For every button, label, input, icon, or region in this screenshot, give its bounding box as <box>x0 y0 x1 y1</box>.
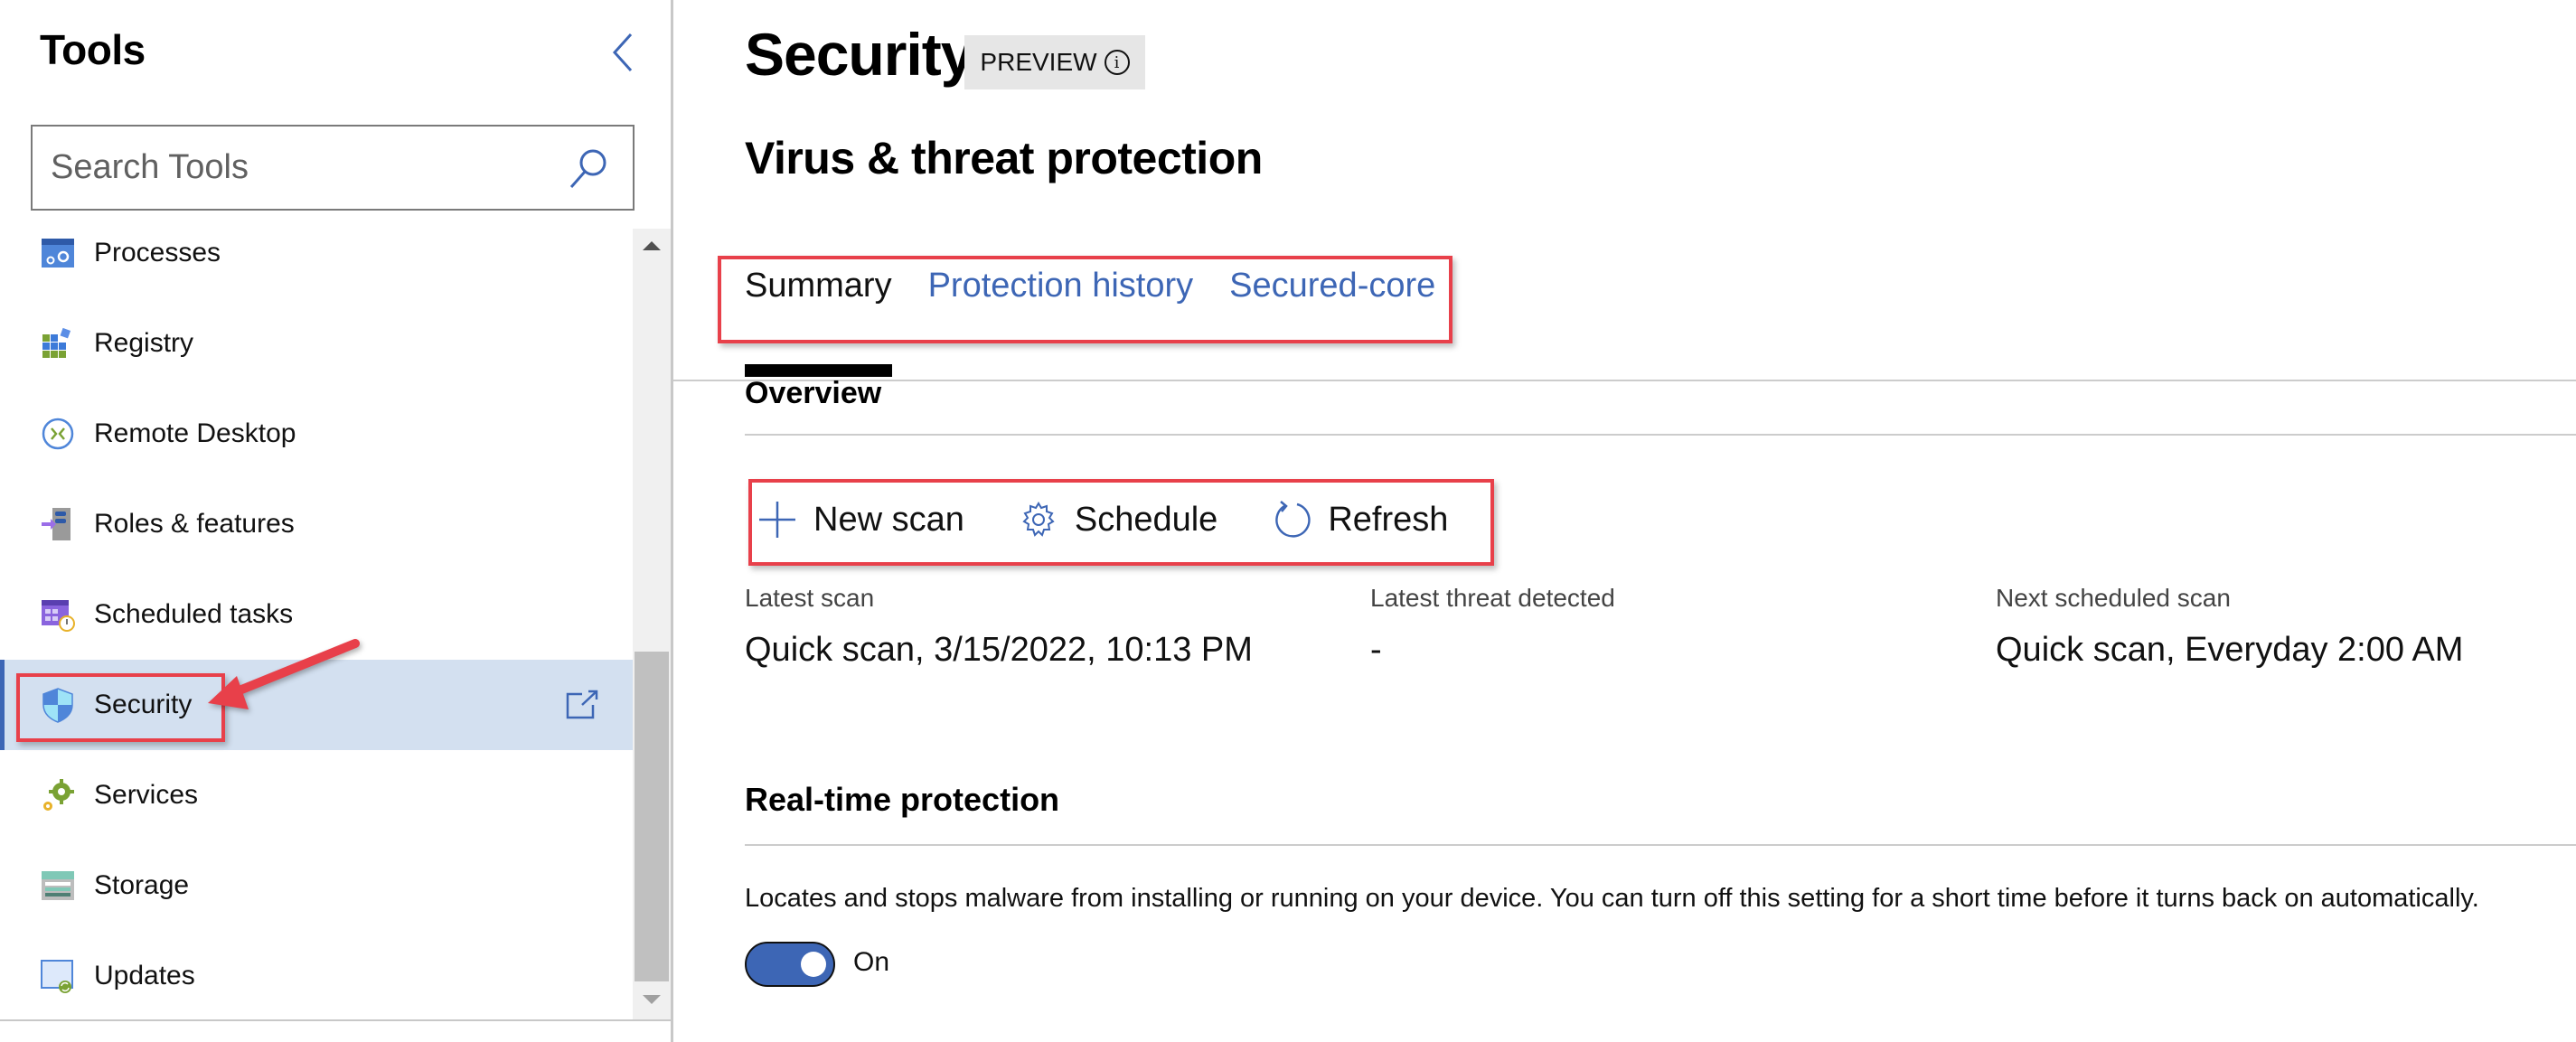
tools-list: Processes Registry Remote Desktop Roles … <box>0 217 633 1021</box>
plus-icon <box>759 502 795 538</box>
page-title: Security <box>745 21 973 88</box>
new-scan-label: New scan <box>813 500 964 539</box>
updates-icon <box>41 960 73 993</box>
sidebar-item-label: Scheduled tasks <box>94 599 294 629</box>
latest-scan-label: Latest scan <box>745 584 875 612</box>
search-icon[interactable] <box>568 146 609 190</box>
schedule-label: Schedule <box>1074 500 1218 539</box>
sidebar-item-label: Registry <box>94 328 194 358</box>
refresh-icon <box>1275 501 1311 538</box>
tab-secured-core[interactable]: Secured-core <box>1229 260 1435 333</box>
realtime-protection-description: Locates and stops malware from installin… <box>745 884 2479 913</box>
scroll-up-arrow-icon[interactable] <box>643 241 661 250</box>
latest-scan-value: Quick scan, 3/15/2022, 10:13 PM <box>745 631 1253 669</box>
latest-threat-label: Latest threat detected <box>1370 584 1615 612</box>
search-tools-box <box>31 125 635 211</box>
realtime-protection-toggle[interactable] <box>745 942 835 987</box>
tools-sidebar: Tools Processes Re <box>0 0 672 1042</box>
scan-toolbar: New scan Schedule Refresh <box>757 488 1448 551</box>
preview-badge-label: PREVIEW <box>980 48 1097 76</box>
sidebar-item-label: Security <box>94 690 193 719</box>
sidebar-scrollbar[interactable] <box>633 229 671 1020</box>
tab-summary[interactable]: Summary <box>745 260 892 377</box>
chevron-left-icon <box>612 33 633 72</box>
info-icon[interactable]: i <box>1104 50 1130 75</box>
shield-icon <box>42 688 73 723</box>
preview-badge[interactable]: PREVIEW i <box>964 35 1145 89</box>
services-gear-icon <box>43 779 74 811</box>
sidebar-item-updates[interactable]: Updates <box>0 931 633 1021</box>
latest-scan-field: Latest scan Quick scan, 3/15/2022, 10:13… <box>745 584 1253 670</box>
sidebar-item-label: Storage <box>94 870 190 900</box>
scroll-down-arrow-icon[interactable] <box>643 995 661 1004</box>
section-title: Virus & threat protection <box>745 133 1263 183</box>
toggle-knob <box>801 952 826 977</box>
registry-icon <box>42 327 71 358</box>
scheduled-tasks-icon <box>42 600 75 632</box>
collapse-sidebar-button[interactable] <box>604 27 640 78</box>
tabs-divider <box>673 380 2576 381</box>
remote-desktop-icon <box>42 418 74 450</box>
sidebar-item-label: Roles & features <box>94 509 295 539</box>
sidebar-divider <box>671 0 673 1042</box>
roles-features-icon <box>42 508 71 540</box>
next-scheduled-scan-field: Next scheduled scan Quick scan, Everyday… <box>1996 584 2463 670</box>
sidebar-item-label: Remote Desktop <box>94 418 296 448</box>
storage-icon <box>42 871 74 900</box>
open-external-icon[interactable] <box>564 689 600 721</box>
sidebar-item-storage[interactable]: Storage <box>0 840 633 931</box>
sidebar-item-label: Processes <box>94 238 221 268</box>
sidebar-item-registry[interactable]: Registry <box>0 298 633 389</box>
sidebar-item-remote-desktop[interactable]: Remote Desktop <box>0 389 633 479</box>
next-scheduled-scan-value: Quick scan, Everyday 2:00 AM <box>1996 631 2464 669</box>
search-tools-input[interactable] <box>51 127 557 209</box>
sidebar-item-services[interactable]: Services <box>0 750 633 840</box>
sidebar-title: Tools <box>40 26 146 73</box>
refresh-label: Refresh <box>1328 500 1449 539</box>
tab-bar: Summary Protection history Secured-core <box>745 260 1435 377</box>
realtime-protection-divider <box>745 844 2576 846</box>
new-scan-button[interactable]: New scan <box>757 500 964 540</box>
overview-divider <box>745 434 2576 436</box>
schedule-button[interactable]: Schedule <box>1019 500 1217 540</box>
latest-threat-field: Latest threat detected - <box>1370 584 1615 670</box>
toggle-state-label: On <box>853 947 890 977</box>
realtime-protection-heading: Real-time protection <box>745 781 1060 818</box>
gear-icon <box>1022 502 1055 537</box>
processes-icon <box>42 239 74 268</box>
scrollbar-thumb[interactable] <box>635 652 669 981</box>
overview-heading: Overview <box>745 376 882 410</box>
sidebar-item-processes[interactable]: Processes <box>0 217 633 298</box>
next-scheduled-scan-label: Next scheduled scan <box>1996 584 2231 612</box>
sidebar-item-label: Updates <box>94 961 195 990</box>
sidebar-bottom-divider <box>0 1019 672 1021</box>
latest-threat-value: - <box>1370 631 1382 669</box>
sidebar-item-roles-features[interactable]: Roles & features <box>0 479 633 569</box>
tab-protection-history[interactable]: Protection history <box>928 260 1194 333</box>
refresh-button[interactable]: Refresh <box>1272 500 1448 540</box>
sidebar-item-scheduled-tasks[interactable]: Scheduled tasks <box>0 569 633 660</box>
sidebar-item-label: Services <box>94 780 199 810</box>
sidebar-item-security[interactable]: Security <box>0 660 633 750</box>
